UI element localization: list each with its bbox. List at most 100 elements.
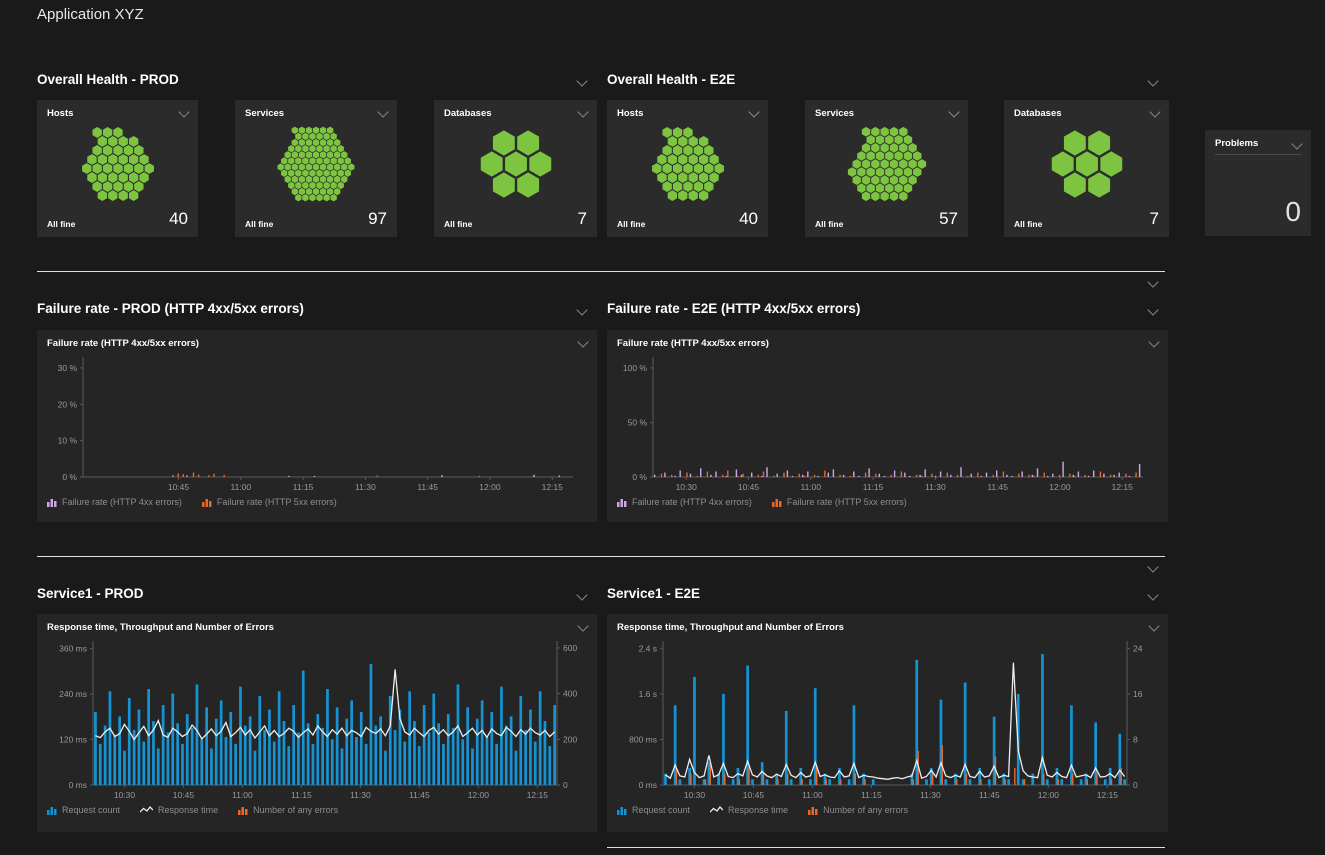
chevron-down-icon[interactable]: [576, 589, 587, 600]
chevron-down-icon[interactable]: [577, 106, 588, 117]
section-divider: [607, 847, 1165, 848]
failure-prod-chart[interactable]: 0 %10 %20 %30 %10:4511:0011:1511:3011:45…: [47, 349, 585, 493]
legend-item-request-count[interactable]: Request count: [617, 805, 690, 815]
svg-text:0 ms: 0 ms: [639, 780, 657, 790]
count-value: 7: [1150, 209, 1159, 229]
service-e2e-chart-tile[interactable]: Response time, Throughput and Number of …: [607, 614, 1168, 832]
chevron-down-icon[interactable]: [1148, 336, 1159, 347]
chevron-down-icon[interactable]: [748, 106, 759, 117]
legend-item-5xx[interactable]: Failure rate (HTTP 5xx errors): [202, 497, 337, 507]
chevron-down-icon[interactable]: [577, 336, 588, 347]
count-value: 40: [169, 209, 188, 229]
chevron-down-icon[interactable]: [577, 620, 588, 631]
chevron-down-icon[interactable]: [1149, 106, 1160, 117]
failure-prod-chart-tile[interactable]: Failure rate (HTTP 4xx/5xx errors) 0 %10…: [37, 330, 597, 522]
svg-text:120 ms: 120 ms: [59, 735, 87, 745]
legend-item-4xx[interactable]: Failure rate (HTTP 4xx errors): [617, 497, 752, 507]
honeycomb-databases-e2e: [1032, 128, 1142, 200]
legend-item-5xx[interactable]: Failure rate (HTTP 5xx errors): [772, 497, 907, 507]
health-tile-services-e2e[interactable]: Services All fine57: [805, 100, 968, 237]
chevron-down-icon[interactable]: [1148, 620, 1159, 631]
svg-text:240 ms: 240 ms: [59, 689, 87, 699]
service-prod-chart[interactable]: 0 ms120 ms240 ms360 ms020040060010:3010:…: [47, 633, 585, 801]
svg-text:20 %: 20 %: [58, 399, 78, 409]
count-value: 7: [578, 209, 587, 229]
svg-text:50 %: 50 %: [628, 417, 648, 427]
section-header-health-prod: Overall Health - PROD: [37, 72, 179, 87]
svg-text:11:45: 11:45: [987, 482, 1008, 492]
chevron-down-icon[interactable]: [1147, 304, 1158, 315]
chevron-down-icon[interactable]: [377, 106, 388, 117]
service-e2e-chart[interactable]: 0 ms800 ms1.6 s2.4 s08162410:3010:4511:0…: [617, 633, 1155, 801]
svg-text:12:15: 12:15: [527, 790, 549, 800]
svg-text:10:45: 10:45: [173, 790, 195, 800]
legend-label: Request count: [632, 805, 690, 815]
svg-text:12:00: 12:00: [1049, 482, 1071, 492]
bar-series-icon: [238, 805, 248, 815]
svg-text:11:30: 11:30: [350, 790, 371, 800]
problems-tile[interactable]: Problems 0: [1205, 130, 1311, 236]
svg-text:16: 16: [1133, 689, 1143, 699]
failure-e2e-chart[interactable]: 0 %50 %100 %10:3010:4511:0011:1511:3011:…: [617, 349, 1155, 493]
chevron-down-icon[interactable]: [1147, 589, 1158, 600]
chevron-down-icon[interactable]: [948, 106, 959, 117]
chevron-down-icon[interactable]: [1147, 561, 1158, 572]
section-header-failure-prod: Failure rate - PROD (HTTP 4xx/5xx errors…: [37, 301, 304, 316]
svg-text:12:15: 12:15: [1112, 482, 1134, 492]
chevron-down-icon[interactable]: [1291, 138, 1302, 149]
section-header-service-e2e: Service1 - E2E: [607, 586, 700, 601]
count-value: 97: [368, 209, 387, 229]
chart-legend: Request count Response time Number of an…: [617, 805, 1158, 815]
dashboard-page: Application XYZ Overall Health - PROD Ov…: [0, 0, 1325, 855]
chevron-down-icon[interactable]: [576, 75, 587, 86]
svg-text:8: 8: [1133, 734, 1138, 744]
legend-item-response-time[interactable]: Response time: [710, 805, 788, 815]
line-series-icon: [710, 805, 723, 815]
honeycomb-hosts-prod: [59, 126, 177, 202]
svg-text:11:30: 11:30: [925, 482, 946, 492]
bar-series-icon: [617, 497, 627, 507]
service-prod-chart-tile[interactable]: Response time, Throughput and Number of …: [37, 614, 597, 832]
svg-text:12:00: 12:00: [1038, 790, 1060, 800]
legend-label: Failure rate (HTTP 4xx errors): [632, 497, 752, 507]
health-tile-databases-e2e[interactable]: Databases All fine7: [1004, 100, 1169, 237]
chart-legend: Failure rate (HTTP 4xx errors) Failure r…: [617, 497, 1158, 507]
count-value: 40: [739, 209, 758, 229]
svg-text:11:15: 11:15: [291, 790, 312, 800]
status-label: All fine: [1014, 219, 1042, 229]
svg-text:0 %: 0 %: [632, 472, 647, 482]
health-tile-hosts-prod[interactable]: Hosts All fine40: [37, 100, 198, 237]
legend-item-4xx[interactable]: Failure rate (HTTP 4xx errors): [47, 497, 182, 507]
svg-text:100 %: 100 %: [623, 363, 648, 373]
svg-text:10 %: 10 %: [58, 436, 78, 446]
line-series-icon: [140, 805, 153, 815]
chart-title: Failure rate (HTTP 4xx/5xx errors): [47, 338, 199, 349]
chevron-down-icon[interactable]: [1147, 75, 1158, 86]
tile-title: Services: [815, 108, 854, 119]
section-divider: [37, 556, 1165, 557]
chart-title: Response time, Throughput and Number of …: [617, 622, 844, 633]
svg-text:11:30: 11:30: [355, 482, 376, 492]
section-divider: [37, 271, 1165, 272]
svg-text:10:45: 10:45: [743, 790, 765, 800]
failure-e2e-chart-tile[interactable]: Failure rate (HTTP 4xx/5xx errors) 0 %50…: [607, 330, 1168, 522]
legend-item-errors[interactable]: Number of any errors: [808, 805, 908, 815]
legend-item-errors[interactable]: Number of any errors: [238, 805, 338, 815]
chevron-down-icon[interactable]: [576, 304, 587, 315]
honeycomb-hosts-e2e: [629, 126, 747, 202]
honeycomb-services-e2e: [828, 126, 946, 202]
chevron-down-icon[interactable]: [1147, 276, 1158, 287]
section-header-failure-e2e: Failure rate - E2E (HTTP 4xx/5xx errors): [607, 301, 860, 316]
svg-text:11:45: 11:45: [409, 790, 430, 800]
health-tile-hosts-e2e[interactable]: Hosts All fine40: [607, 100, 768, 237]
tile-title: Hosts: [617, 108, 643, 119]
chevron-down-icon[interactable]: [178, 106, 189, 117]
svg-text:11:15: 11:15: [861, 790, 882, 800]
health-tile-services-prod[interactable]: Services All fine97: [235, 100, 397, 237]
bar-series-icon: [47, 805, 57, 815]
health-tile-databases-prod[interactable]: Databases All fine7: [434, 100, 597, 237]
legend-item-response-time[interactable]: Response time: [140, 805, 218, 815]
svg-text:11:30: 11:30: [920, 790, 941, 800]
legend-item-request-count[interactable]: Request count: [47, 805, 120, 815]
svg-text:10:45: 10:45: [738, 482, 760, 492]
